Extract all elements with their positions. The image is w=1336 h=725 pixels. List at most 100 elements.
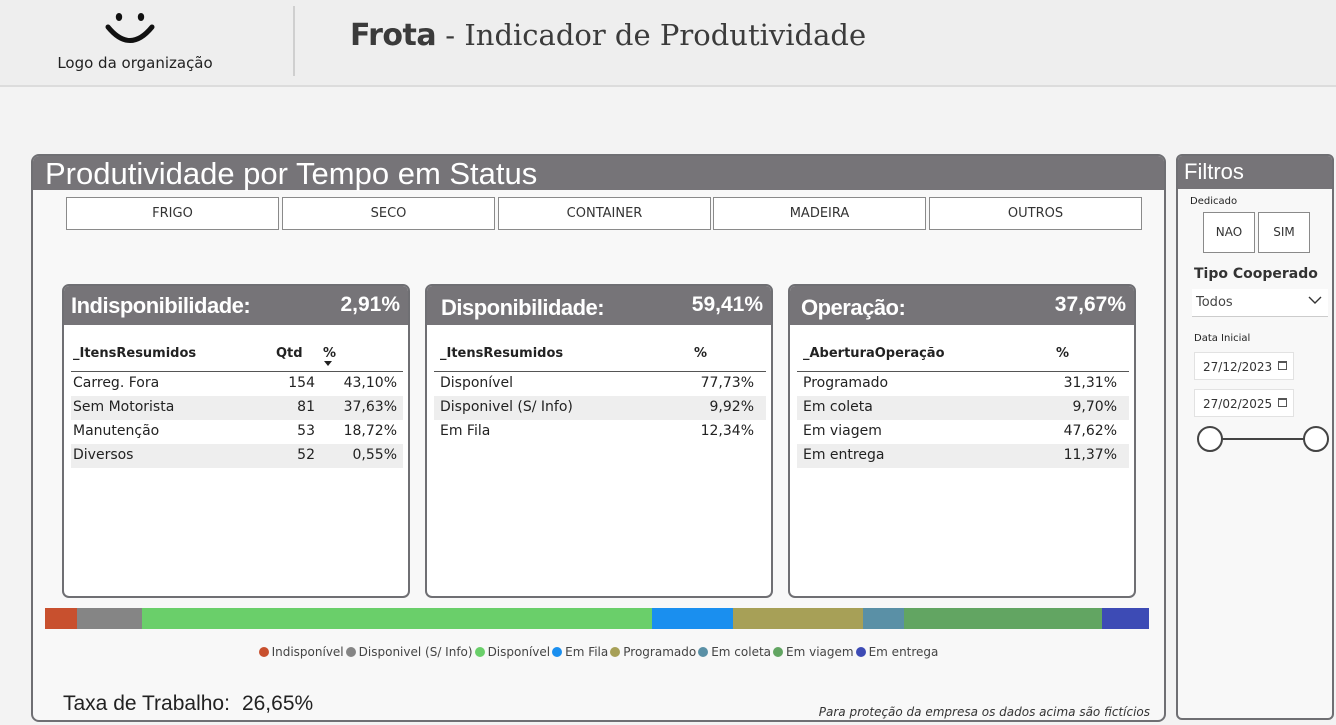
sort-desc-icon[interactable] bbox=[324, 361, 332, 366]
table-row[interactable]: Em entrega 11,37% bbox=[797, 444, 1129, 468]
table-row[interactable]: Em coleta 9,70% bbox=[797, 396, 1129, 420]
legend-item[interactable]: Em Fila bbox=[552, 645, 608, 659]
segment-button-container[interactable]: CONTAINER bbox=[498, 197, 711, 230]
row-item: Sem Motorista bbox=[73, 399, 175, 415]
table-row[interactable]: Carreg. Fora 154 43,10% bbox=[71, 372, 403, 396]
column-header[interactable]: _AberturaOperação bbox=[803, 346, 945, 361]
legend-dot-icon bbox=[610, 647, 621, 657]
table-row[interactable]: Disponivel (S/ Info) 9,92% bbox=[434, 396, 766, 420]
filter-title: Filtros bbox=[1184, 159, 1244, 184]
row-pct: 31,31% bbox=[1063, 375, 1117, 391]
status-bar-segment[interactable] bbox=[1101, 608, 1149, 629]
legend-dot-icon bbox=[258, 647, 269, 657]
work-rate-value: 26,65% bbox=[241, 692, 314, 715]
legend-item[interactable]: Programado bbox=[610, 645, 696, 659]
segment-button-frigo[interactable]: FRIGO bbox=[66, 197, 279, 230]
legend-item[interactable]: Disponivel (S/ Info) bbox=[345, 645, 473, 659]
legend-item[interactable]: Em viagem bbox=[773, 645, 854, 659]
table-header: _ItensResumidos Qtd % bbox=[71, 344, 403, 372]
segment-button-madeira[interactable]: MADEIRA bbox=[713, 197, 926, 230]
legend-dot-icon bbox=[474, 647, 485, 657]
calendar-icon[interactable] bbox=[1278, 398, 1287, 407]
kpi-card-operacao: Operação: 37,67% _AberturaOperação % Pro… bbox=[788, 284, 1136, 598]
kpi-header: Indisponibilidade: 2,91% bbox=[64, 286, 408, 325]
row-item: Em entrega bbox=[803, 447, 885, 463]
row-pct: 9,92% bbox=[709, 399, 754, 415]
status-bar-segment[interactable] bbox=[652, 608, 734, 629]
status-bar-segment[interactable] bbox=[863, 608, 904, 629]
status-bar-segment[interactable] bbox=[77, 608, 143, 629]
row-pct: 12,34% bbox=[700, 423, 754, 439]
table-row[interactable]: Programado 31,31% bbox=[797, 372, 1129, 396]
tipo-cooperado-dropdown[interactable]: Todos bbox=[1192, 289, 1328, 317]
table-row[interactable]: Diversos 52 0,55% bbox=[71, 444, 403, 468]
status-bar-segment[interactable] bbox=[903, 608, 1102, 629]
kpi-header: Operação: 37,67% bbox=[790, 286, 1134, 325]
row-item: Manutenção bbox=[73, 423, 160, 439]
work-rate: Taxa de Trabalho: 26,65% bbox=[63, 692, 313, 716]
row-pct: 18,72% bbox=[343, 423, 397, 439]
row-pct: 37,63% bbox=[343, 399, 397, 415]
filter-panel: Filtros Dedicado NAO SIM Tipo Cooperado … bbox=[1176, 154, 1334, 720]
header: Logo da organização Frota - Indicador de… bbox=[0, 0, 1336, 87]
row-qtd: 53 bbox=[297, 423, 315, 439]
table-row[interactable]: Disponível 77,73% bbox=[434, 372, 766, 396]
slider-handle-end[interactable] bbox=[1303, 426, 1329, 452]
legend-dot-icon bbox=[552, 647, 563, 657]
kpi-value: 2,91% bbox=[340, 293, 400, 316]
date-end-field[interactable]: 27/02/2025 bbox=[1194, 389, 1294, 417]
legend-dot-icon bbox=[773, 647, 784, 657]
summary-table: _ItensResumidos % Disponível 77,73% Disp… bbox=[434, 344, 766, 444]
status-bar-segment[interactable] bbox=[142, 608, 653, 629]
table-row[interactable]: Em viagem 47,62% bbox=[797, 420, 1129, 444]
kpi-header: Disponibilidade: 59,41% bbox=[427, 286, 771, 325]
status-bar-segment[interactable] bbox=[733, 608, 864, 629]
chevron-down-icon[interactable] bbox=[1308, 295, 1322, 305]
dedicado-nao-button[interactable]: NAO bbox=[1203, 212, 1255, 253]
tipo-cooperado-label: Tipo Cooperado bbox=[1194, 266, 1318, 282]
column-header[interactable]: % bbox=[1056, 346, 1069, 361]
legend-label: Em coleta bbox=[711, 645, 772, 659]
dedicado-sim-button[interactable]: SIM bbox=[1258, 212, 1310, 253]
table-row[interactable]: Em Fila 12,34% bbox=[434, 420, 766, 444]
row-qtd: 154 bbox=[288, 375, 315, 391]
legend-dot-icon bbox=[345, 647, 356, 657]
status-bar-segment[interactable] bbox=[45, 608, 78, 629]
date-start-field[interactable]: 27/12/2023 bbox=[1194, 352, 1294, 380]
row-item: Em Fila bbox=[440, 423, 491, 439]
column-header[interactable]: Qtd bbox=[276, 346, 303, 361]
page-title-bold: Frota bbox=[350, 18, 437, 53]
segment-button-seco[interactable]: SECO bbox=[282, 197, 495, 230]
panel-title-bar: Produtividade por Tempo em Status bbox=[33, 156, 1164, 191]
table-row[interactable]: Manutenção 53 18,72% bbox=[71, 420, 403, 444]
legend-item[interactable]: Em entrega bbox=[855, 645, 938, 659]
kpi-card-indisponibilidade: Indisponibilidade: 2,91% _ItensResumidos… bbox=[62, 284, 410, 598]
panel-title: Produtividade por Tempo em Status bbox=[45, 156, 538, 191]
page-title-rest: - Indicador de Produtividade bbox=[436, 18, 867, 52]
legend-item[interactable]: Indisponível bbox=[258, 645, 344, 659]
dedicado-label: Dedicado bbox=[1190, 196, 1238, 207]
calendar-icon[interactable] bbox=[1278, 361, 1287, 370]
column-header[interactable]: _ItensResumidos bbox=[440, 346, 563, 361]
slider-handle-start[interactable] bbox=[1197, 426, 1223, 452]
row-pct: 0,55% bbox=[352, 447, 397, 463]
segment-button-outros[interactable]: OUTROS bbox=[929, 197, 1142, 230]
legend-label: Em Fila bbox=[565, 645, 609, 659]
row-qtd: 81 bbox=[297, 399, 315, 415]
row-item: Programado bbox=[803, 375, 889, 391]
legend-label: Indisponível bbox=[271, 645, 344, 659]
kpi-label: Operação: bbox=[801, 295, 906, 320]
row-item: Disponivel (S/ Info) bbox=[440, 399, 573, 415]
row-qtd: 52 bbox=[297, 447, 315, 463]
date-range-slider-track[interactable] bbox=[1208, 438, 1318, 440]
column-header[interactable]: _ItensResumidos bbox=[73, 346, 196, 361]
date-end-value: 27/02/2025 bbox=[1203, 397, 1273, 411]
legend-item[interactable]: Em coleta bbox=[698, 645, 771, 659]
column-header[interactable]: % bbox=[323, 346, 336, 361]
row-pct: 77,73% bbox=[700, 375, 754, 391]
legend-label: Programado bbox=[623, 645, 697, 659]
column-header[interactable]: % bbox=[694, 346, 707, 361]
legend-item[interactable]: Disponível bbox=[474, 645, 550, 659]
table-row[interactable]: Sem Motorista 81 37,63% bbox=[71, 396, 403, 420]
summary-table: _ItensResumidos Qtd % Carreg. Fora 154 4… bbox=[71, 344, 403, 468]
